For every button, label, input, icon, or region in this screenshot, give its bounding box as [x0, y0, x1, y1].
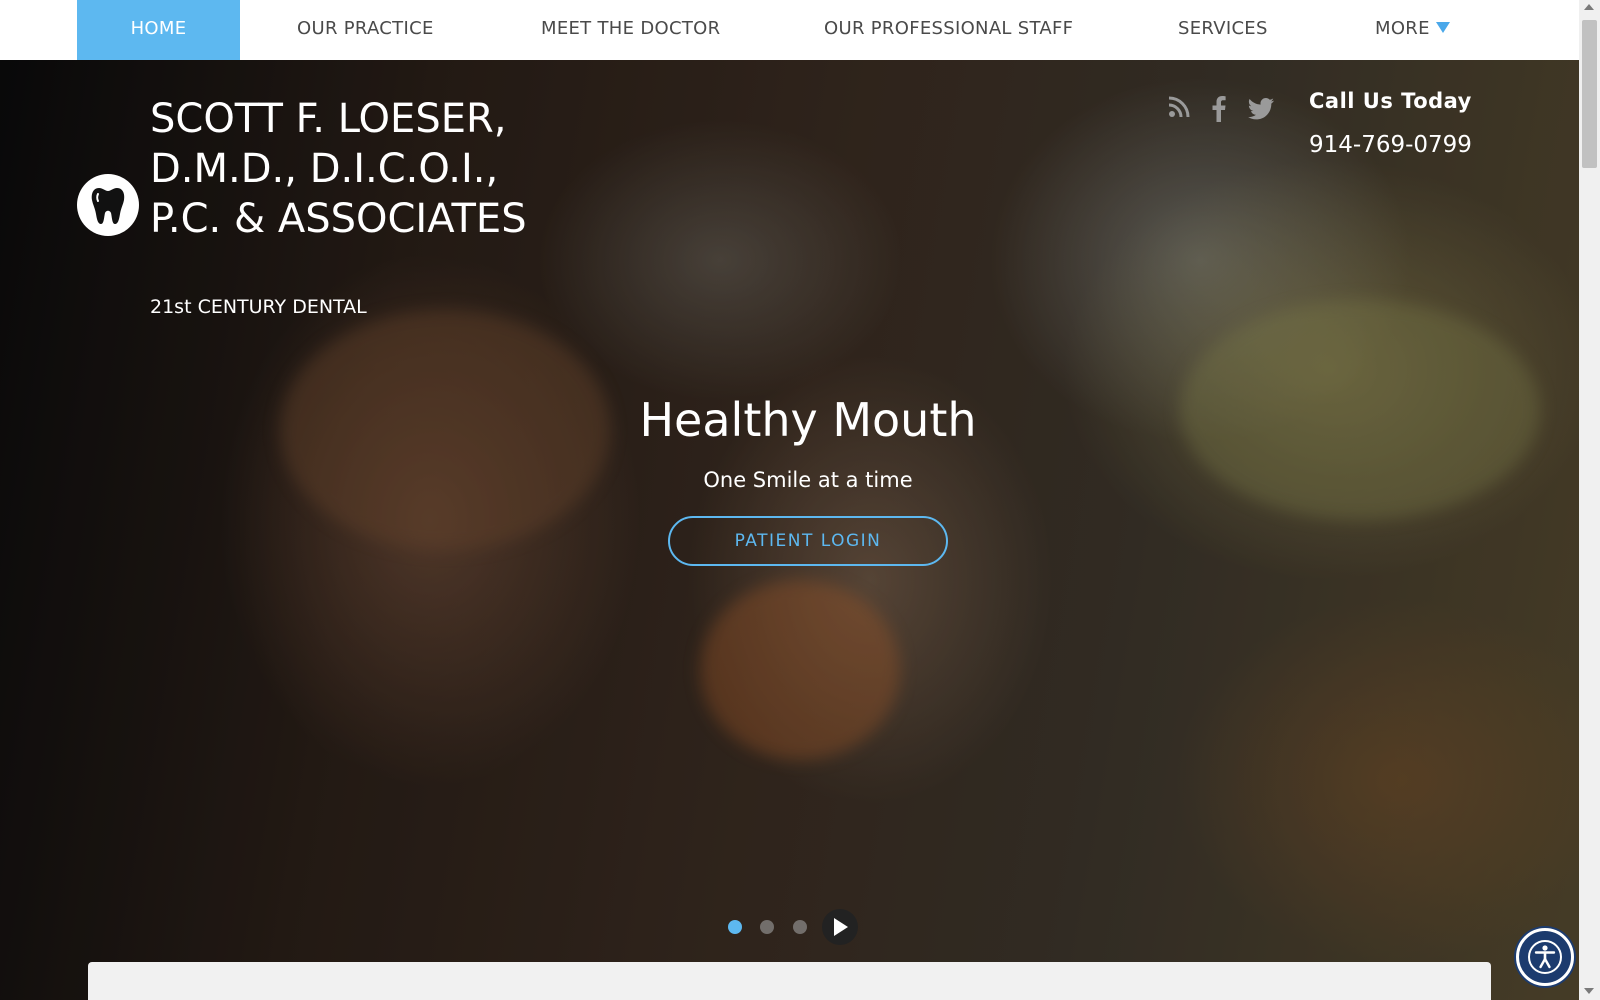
- page-scrollbar[interactable]: [1579, 0, 1600, 1000]
- hero-headline: Healthy Mouth: [639, 393, 977, 447]
- nav-item-more[interactable]: MORE: [1375, 0, 1450, 60]
- scrollbar-thumb[interactable]: [1582, 20, 1597, 168]
- tooth-icon: [91, 188, 125, 224]
- nav-item-meet-the-doctor[interactable]: MEET THE DOCTOR: [541, 0, 720, 60]
- facebook-icon[interactable]: [1212, 96, 1226, 126]
- practice-name: SCOTT F. LOESER, D.M.D., D.I.C.O.I., P.C…: [150, 96, 527, 242]
- content-panel: [88, 962, 1491, 1000]
- triangle-down-icon: [1435, 22, 1450, 33]
- slide-dot-3[interactable]: [793, 920, 807, 934]
- nav-item-more-label: MORE: [1375, 18, 1430, 39]
- rss-icon[interactable]: [1168, 96, 1190, 122]
- top-navigation: HOME OUR PRACTICE MEET THE DOCTOR OUR PR…: [0, 0, 1579, 60]
- slide-dot-1[interactable]: [728, 920, 742, 934]
- phone-number[interactable]: 914-769-0799: [1309, 132, 1472, 158]
- slide-dot-2[interactable]: [760, 920, 774, 934]
- patient-login-button[interactable]: PATIENT LOGIN: [668, 516, 948, 566]
- scroll-down-arrow-icon[interactable]: [1584, 988, 1594, 994]
- accessibility-icon: [1528, 940, 1562, 974]
- accessibility-button[interactable]: [1516, 928, 1574, 986]
- scroll-up-arrow-icon[interactable]: [1584, 4, 1594, 10]
- nav-item-home[interactable]: HOME: [77, 0, 240, 60]
- play-icon: [834, 918, 848, 936]
- slider-play-button[interactable]: [822, 909, 858, 945]
- logo[interactable]: [77, 174, 139, 236]
- nav-item-services[interactable]: SERVICES: [1178, 0, 1268, 60]
- practice-subtitle: 21st CENTURY DENTAL: [150, 296, 367, 318]
- twitter-icon[interactable]: [1248, 98, 1274, 124]
- nav-item-our-practice[interactable]: OUR PRACTICE: [297, 0, 434, 60]
- nav-item-our-professional-staff[interactable]: OUR PROFESSIONAL STAFF: [824, 0, 1073, 60]
- hero-tagline: One Smile at a time: [703, 468, 913, 492]
- call-us-label: Call Us Today: [1309, 89, 1472, 113]
